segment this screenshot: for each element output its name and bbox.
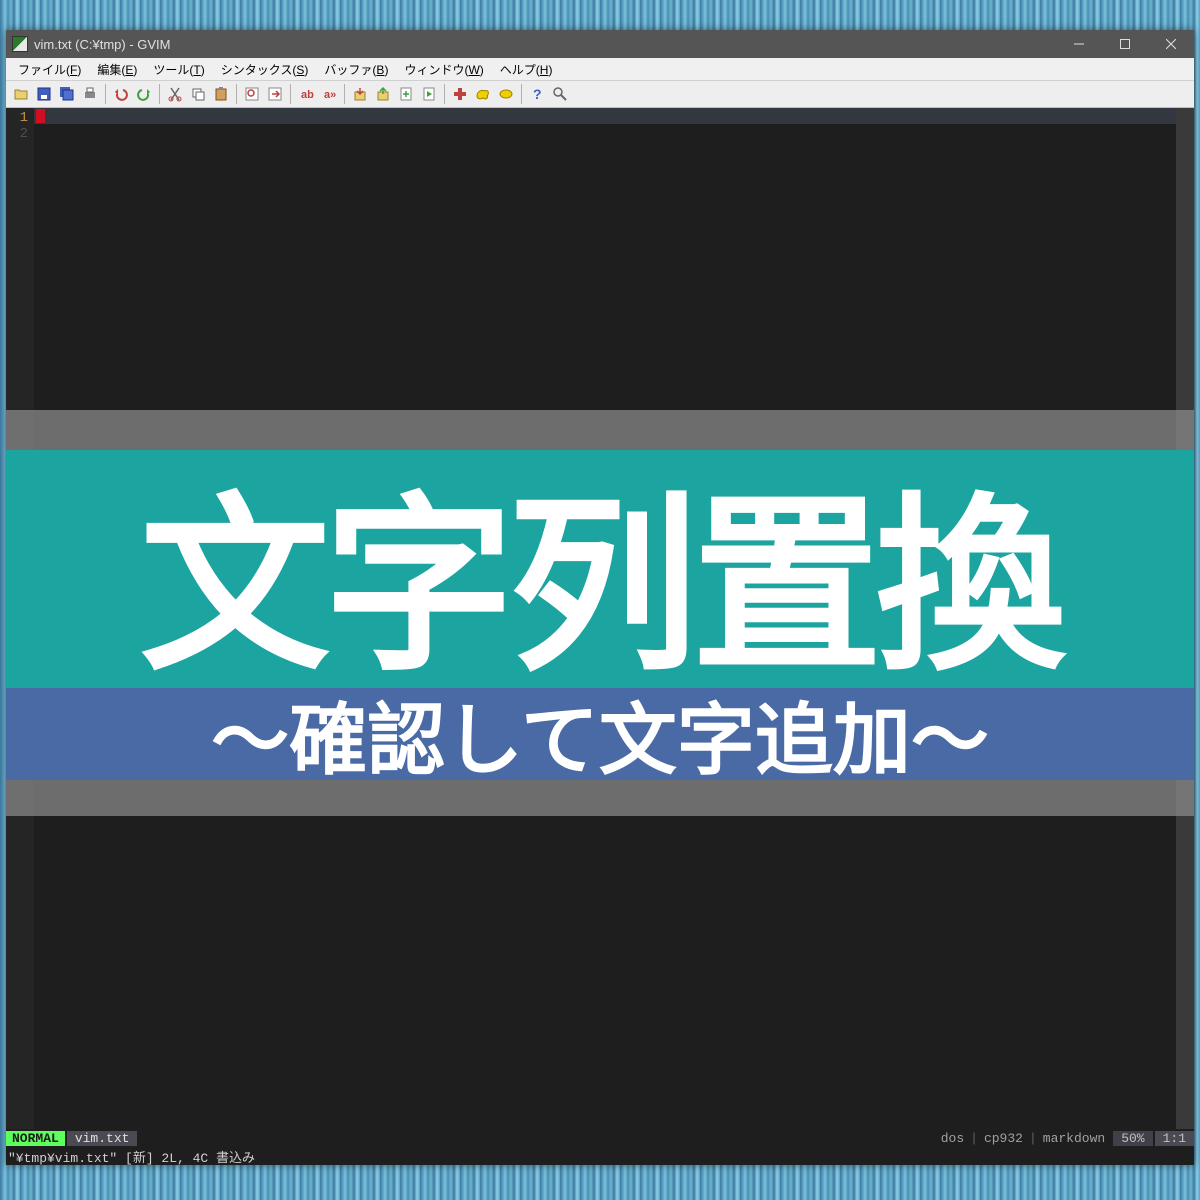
toolbar: ab a» ? xyxy=(6,80,1194,108)
make-icon[interactable] xyxy=(449,83,471,105)
window-controls xyxy=(1056,30,1194,58)
svg-text:a»: a» xyxy=(324,89,336,101)
titlebar[interactable]: vim.txt (C:¥tmp) - GVIM xyxy=(6,30,1194,58)
find-help-icon[interactable] xyxy=(549,83,571,105)
save-icon[interactable] xyxy=(33,83,55,105)
separator-icon xyxy=(444,84,445,104)
editor-area[interactable]: 1 2 xyxy=(6,108,1194,1129)
svg-text:ab: ab xyxy=(301,89,314,101)
statusline: NORMAL vim.txt dos | cp932 | markdown 50… xyxy=(6,1129,1194,1147)
close-button[interactable] xyxy=(1148,30,1194,58)
line-number-gutter: 1 2 xyxy=(6,108,34,1129)
command-line-text: "¥tmp¥vim.txt" [新] 2L, 4C 書込み xyxy=(8,1147,255,1166)
separator-icon xyxy=(236,84,237,104)
menu-window[interactable]: ウィンドウ(W) xyxy=(396,59,491,80)
replaceall-icon[interactable]: a» xyxy=(318,83,340,105)
status-percent: 50% xyxy=(1113,1131,1152,1146)
maximize-button[interactable] xyxy=(1102,30,1148,58)
menu-file[interactable]: ファイル(F) xyxy=(10,59,89,80)
command-line[interactable]: "¥tmp¥vim.txt" [新] 2L, 4C 書込み xyxy=(6,1147,1194,1165)
saveall-icon[interactable] xyxy=(56,83,78,105)
help-icon[interactable]: ? xyxy=(526,83,548,105)
findnext-icon[interactable] xyxy=(264,83,286,105)
line-number: 1 xyxy=(6,110,28,126)
copy-icon[interactable] xyxy=(187,83,209,105)
shell-icon[interactable] xyxy=(472,83,494,105)
menu-buffer[interactable]: バッファ(B) xyxy=(316,59,396,80)
minimize-button[interactable] xyxy=(1056,30,1102,58)
separator-icon xyxy=(290,84,291,104)
menu-syntax[interactable]: シンタックス(S) xyxy=(213,59,317,80)
window-title: vim.txt (C:¥tmp) - GVIM xyxy=(34,37,1056,52)
undo-icon[interactable] xyxy=(110,83,132,105)
save-session-icon[interactable] xyxy=(372,83,394,105)
svg-text:?: ? xyxy=(533,86,542,102)
filename-indicator: vim.txt xyxy=(67,1131,138,1146)
tag-jump-icon[interactable] xyxy=(495,83,517,105)
mode-indicator: NORMAL xyxy=(6,1131,65,1146)
status-os: dos xyxy=(935,1131,970,1146)
load-session-icon[interactable] xyxy=(349,83,371,105)
text-buffer[interactable] xyxy=(34,108,1176,1129)
status-filetype: markdown xyxy=(1037,1131,1111,1146)
separator-icon xyxy=(521,84,522,104)
menu-edit[interactable]: 編集(E) xyxy=(89,59,145,80)
separator-icon xyxy=(105,84,106,104)
open-icon[interactable] xyxy=(10,83,32,105)
app-window: vim.txt (C:¥tmp) - GVIM ファイル(F) 編集(E) ツー… xyxy=(6,30,1194,1165)
separator-icon xyxy=(344,84,345,104)
status-right: dos | cp932 | markdown 50% 1:1 xyxy=(935,1131,1194,1146)
block-cursor xyxy=(36,109,45,123)
menu-tools[interactable]: ツール(T) xyxy=(145,59,212,80)
paste-icon[interactable] xyxy=(210,83,232,105)
print-icon[interactable] xyxy=(79,83,101,105)
redo-icon[interactable] xyxy=(133,83,155,105)
vertical-scrollbar[interactable] xyxy=(1176,108,1194,1129)
run-script-icon[interactable] xyxy=(418,83,440,105)
app-icon xyxy=(12,36,28,52)
find-icon[interactable] xyxy=(241,83,263,105)
new-script-icon[interactable] xyxy=(395,83,417,105)
line-number: 2 xyxy=(6,126,28,142)
menu-help[interactable]: ヘルプ(H) xyxy=(492,59,561,80)
replace-icon[interactable]: ab xyxy=(295,83,317,105)
menubar: ファイル(F) 編集(E) ツール(T) シンタックス(S) バッファ(B) ウ… xyxy=(6,58,1194,80)
status-encoding: cp932 xyxy=(978,1131,1029,1146)
cut-icon[interactable] xyxy=(164,83,186,105)
separator-icon xyxy=(159,84,160,104)
cursor-line-highlight xyxy=(34,108,1176,124)
status-position: 1:1 xyxy=(1155,1131,1194,1146)
